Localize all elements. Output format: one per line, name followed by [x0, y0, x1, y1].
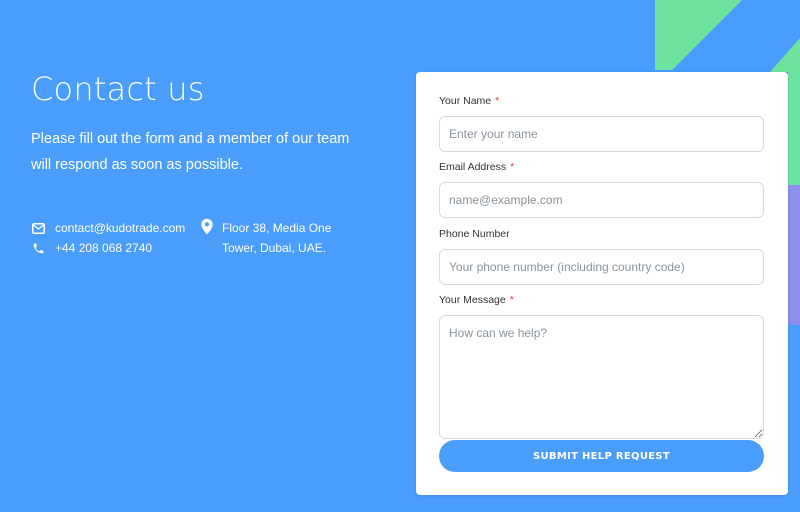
message-field-group: Your Message * — [439, 293, 764, 444]
email-field-group: Email Address * — [439, 160, 764, 218]
contact-email-row[interactable]: contact@kudotrade.com — [31, 218, 185, 238]
address-line-1: Floor 38, Media One — [222, 221, 332, 235]
intro-text: Please fill out the form and a member of… — [31, 131, 350, 173]
contact-phone[interactable]: +44 208 068 2740 — [55, 241, 152, 255]
phone-icon — [31, 241, 45, 255]
required-mark: * — [495, 95, 500, 107]
required-mark: * — [509, 294, 514, 306]
message-textarea[interactable] — [439, 315, 764, 439]
envelope-icon — [31, 221, 45, 235]
contact-phone-row[interactable]: +44 208 068 2740 — [31, 238, 185, 258]
name-field-group: Your Name * — [439, 94, 764, 152]
address-line-2: Tower, Dubai, UAE. — [222, 241, 327, 255]
phone-label: Phone Number — [439, 228, 510, 240]
email-label-text: Email Address — [439, 161, 507, 173]
name-label: Your Name * — [439, 94, 764, 108]
map-pin-icon — [201, 218, 213, 235]
page-title: Contact us — [31, 70, 205, 108]
message-label: Your Message * — [439, 293, 764, 307]
contact-address: Floor 38, Media One Tower, Dubai, UAE. — [200, 218, 331, 258]
green-stripe-shape — [655, 0, 742, 70]
email-input[interactable] — [439, 182, 764, 218]
email-label: Email Address * — [439, 160, 764, 174]
message-label-text: Your Message — [439, 294, 506, 306]
contact-page: Contact us Please fill out the form and … — [0, 0, 800, 512]
name-input[interactable] — [439, 116, 764, 152]
phone-field-group: Phone Number — [439, 227, 764, 285]
name-label-text: Your Name — [439, 95, 492, 107]
contact-details: contact@kudotrade.com +44 208 068 2740 — [31, 218, 185, 258]
contact-email[interactable]: contact@kudotrade.com — [55, 221, 185, 235]
required-mark: * — [510, 161, 515, 173]
phone-input[interactable] — [439, 249, 764, 285]
contact-form: Your Name* Email Address* Phone Number Y… — [416, 72, 788, 495]
submit-help-request-button[interactable]: SUBMIT HELP REQUEST — [439, 440, 764, 472]
purple-edge-shape — [788, 185, 800, 325]
